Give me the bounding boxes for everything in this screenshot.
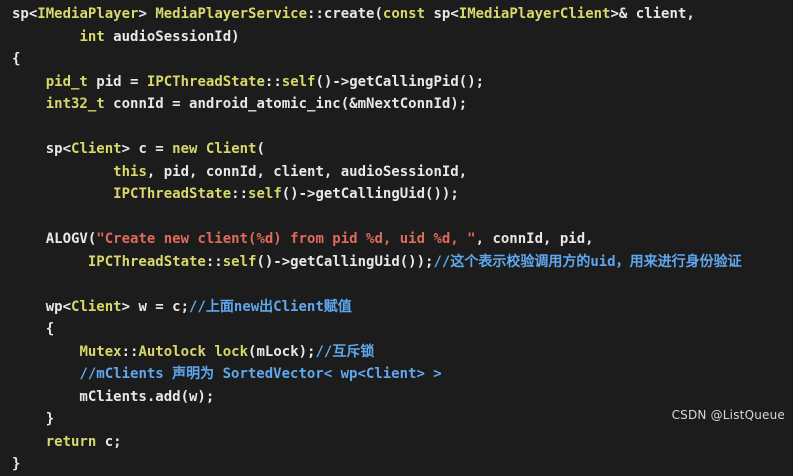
code-token-string: "Create new client(%d) from pid %d, uid …	[96, 231, 476, 247]
code-line: wp<Client> w = c;//上面new出Client赋值	[12, 296, 793, 319]
code-token-kw: return	[45, 433, 97, 450]
code-line: sp<IMediaPlayer> MediaPlayerService::cre…	[12, 3, 793, 26]
code-token-plain: ALOGV(	[12, 231, 97, 247]
code-token-plain: ::	[264, 73, 282, 90]
code-line: mClients.add(w);	[12, 386, 793, 409]
code-editor: sp<IMediaPlayer> MediaPlayerService::cre…	[0, 0, 793, 472]
code-token-plain: > w = c;	[121, 298, 190, 315]
code-line: pid_t pid = IPCThreadState::self()->getC…	[12, 71, 793, 94]
code-token-type: int32_t	[45, 96, 105, 112]
code-token-plain: ()->getCallingUid());	[256, 253, 434, 270]
code-line: this, pid, connId, client, audioSessionI…	[12, 161, 793, 184]
code-line: IPCThreadState::self()->getCallingUid())…	[12, 251, 793, 274]
code-token-plain: ::	[231, 186, 249, 202]
code-token-plain: sp<	[12, 141, 72, 157]
csdn-watermark: CSDN @ListQueue	[671, 408, 785, 422]
code-token-kw: self	[248, 186, 282, 202]
code-token-plain: sp<	[12, 6, 38, 22]
code-token-plain: ::	[121, 343, 139, 360]
code-token-class: Client	[71, 298, 122, 315]
code-token-kw: new	[172, 141, 198, 157]
code-token-class: Autolock	[138, 343, 206, 360]
code-line: {	[12, 48, 793, 71]
code-line: ALOGV("Create new client(%d) from pid %d…	[12, 228, 793, 251]
code-token-comment: //这个表示校验调用方的uid，用来进行身份验证	[433, 253, 742, 270]
code-token-comment: //mClients 声明为 SortedVector< wp<Client> …	[79, 366, 442, 382]
code-token-class: IMediaPlayer	[37, 6, 139, 22]
code-token-plain: ()->getCallingPid();	[315, 73, 485, 90]
code-token-plain: (mLock);	[248, 343, 316, 360]
code-token-plain: wp<	[12, 298, 72, 315]
code-token-plain: audioSessionId)	[104, 28, 240, 45]
code-token-kw: self	[222, 253, 257, 270]
code-token-plain: sp<	[425, 6, 459, 22]
code-block: sp<IMediaPlayer> MediaPlayerService::cre…	[12, 3, 793, 476]
code-token-class: MediaPlayerService	[155, 6, 308, 22]
code-token-class: Client	[205, 141, 257, 157]
code-line: return c;	[12, 431, 793, 454]
code-line: //mClients 声明为 SortedVector< wp<Client> …	[12, 363, 793, 386]
code-token-class: IPCThreadState	[113, 186, 232, 202]
code-line: int32_t connId = android_atomic_inc(&mNe…	[12, 93, 793, 116]
code-token-plain: {	[12, 51, 21, 67]
code-token-plain: ::	[205, 253, 223, 270]
code-token-plain: connId = android_atomic_inc(&mNextConnId…	[104, 96, 468, 112]
code-token-plain: , pid, connId, client, audioSessionId,	[146, 163, 468, 180]
code-token-class: IPCThreadState	[87, 253, 206, 270]
code-token-plain: }	[12, 456, 21, 472]
code-token-plain: >& client,	[610, 6, 695, 22]
code-token-plain: ()->getCallingUid());	[281, 186, 459, 202]
code-token-kw: const	[382, 6, 426, 22]
code-token-plain: }	[12, 411, 55, 427]
code-token-kw: this	[113, 163, 147, 180]
code-token-type: pid_t	[45, 73, 88, 90]
code-token-comment: //互斥锁	[315, 343, 375, 360]
code-line: IPCThreadState::self()->getCallingUid())…	[12, 183, 793, 206]
code-line: {	[12, 318, 793, 341]
code-line: sp<Client> c = new Client(	[12, 138, 793, 161]
code-token-plain: , connId, pid,	[475, 231, 594, 247]
code-token-plain: ::create(	[307, 6, 383, 22]
code-token-plain: >	[138, 6, 156, 22]
code-line: Mutex::Autolock lock(mLock);//互斥锁	[12, 341, 793, 364]
code-token-plain: mClients.add(w);	[12, 388, 215, 405]
code-token-plain: pid =	[87, 73, 147, 90]
code-token-kw: lock	[214, 343, 249, 360]
code-token-plain: > c =	[121, 141, 173, 157]
code-token-class: IPCThreadState	[146, 73, 265, 90]
code-token-class: Mutex	[79, 343, 122, 360]
code-token-class: Client	[71, 141, 122, 157]
code-token-comment: //上面new出Client赋值	[189, 298, 352, 315]
code-token-class: IMediaPlayerClient	[458, 6, 611, 22]
code-token-kw: self	[281, 73, 316, 90]
code-line: int audioSessionId)	[12, 26, 793, 49]
code-line: }	[12, 453, 793, 476]
code-token-plain: (	[256, 141, 265, 157]
code-token-plain: c;	[96, 433, 122, 450]
code-token-plain: {	[12, 321, 55, 337]
code-token-type: int	[79, 28, 105, 45]
